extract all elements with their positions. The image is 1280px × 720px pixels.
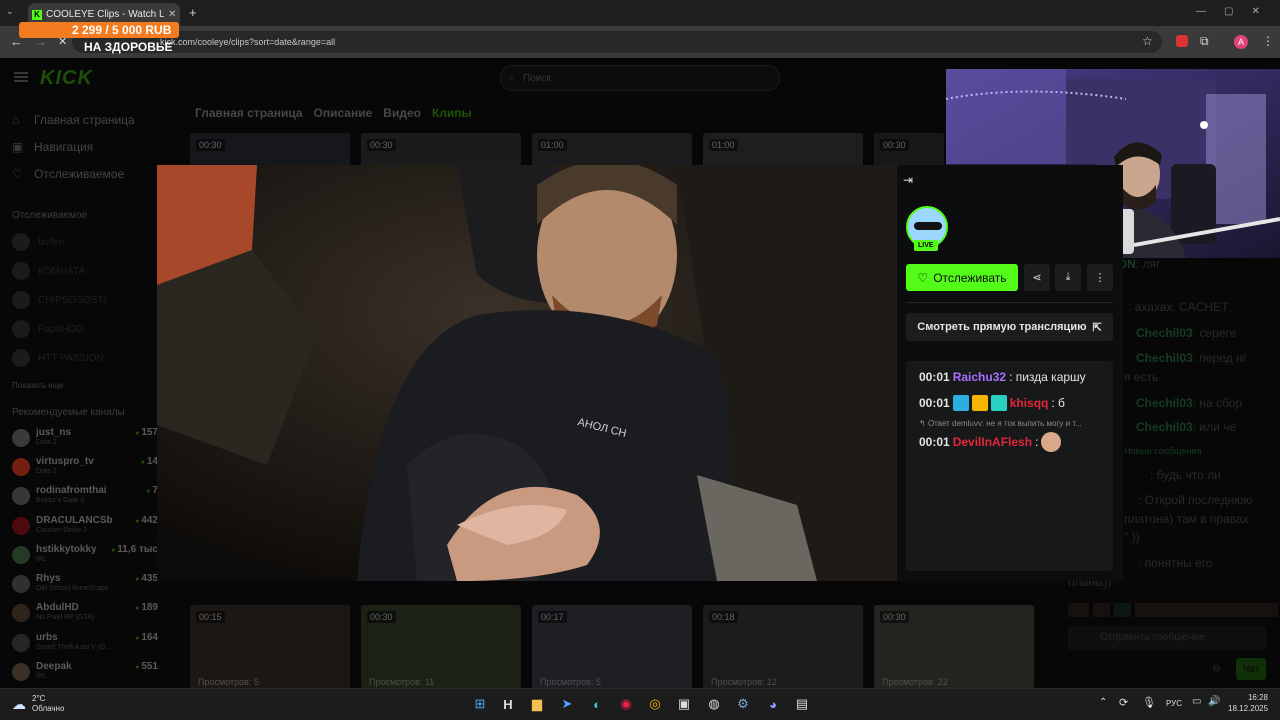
donation-caption: НА ЗДОРОВЬЕ (84, 40, 173, 54)
live-badge: LIVE (914, 240, 938, 251)
obs-icon[interactable]: ◍ (703, 693, 725, 715)
collapse-panel-icon[interactable]: ⇥ (903, 173, 913, 187)
url-text: kick.com/cooleye/clips?sort=date&range=a… (160, 37, 336, 47)
steam-icon[interactable]: ⚙ (732, 693, 754, 715)
weather-desc: Облачно (32, 704, 65, 713)
tab-list-button[interactable]: ⌄ (6, 6, 14, 17)
follow-button[interactable]: ♡ Отслеживать (906, 264, 1018, 291)
address-bar[interactable]: kick.com/cooleye/clips?sort=date&range=a… (72, 31, 1162, 53)
download-button[interactable]: ⤓ (1055, 264, 1081, 291)
share-icon: ⋖ (1032, 272, 1042, 284)
watch-live-label: Смотреть прямую трансляцию (917, 321, 1087, 333)
chat-message: 00:01 khisqq : б (919, 395, 1065, 411)
chat-text: : (1035, 435, 1039, 449)
language-indicator[interactable]: РУС (1166, 699, 1182, 708)
bookmark-star-icon[interactable]: ☆ (1142, 34, 1153, 48)
app-icon[interactable]: ▣ (673, 693, 695, 715)
reply-text: Ответ demluvv: не я ток выпить могу и т.… (927, 419, 1082, 428)
chat-text: : б (1051, 396, 1065, 410)
follow-label: Отслеживать (933, 270, 1007, 285)
sunglasses-icon (914, 222, 942, 230)
crown-badge-icon (971, 395, 988, 411)
clock-date: 18.12.2025 (1228, 704, 1269, 713)
chat-message: 00:01 DevilInAFlesh : (919, 432, 1062, 452)
share-button[interactable]: ⋖ (1024, 264, 1050, 291)
badge-icon (952, 395, 969, 411)
live-label: LIVE (918, 242, 934, 249)
close-tab-icon[interactable]: ✕ (168, 9, 176, 20)
extension-icon[interactable] (1176, 35, 1188, 47)
clip-chat-replay (906, 361, 1113, 571)
clock-time: 16:28 (1247, 693, 1268, 702)
chat-timestamp: 00:01 (919, 370, 950, 384)
donation-amount: 2 299 / 5 000 RUB (72, 23, 172, 37)
tray-overflow-icon[interactable]: ⌃ (1099, 697, 1107, 708)
chat-text: : пизда каршу (1009, 370, 1086, 384)
extensions-puzzle-icon[interactable]: ⧉ (1200, 34, 1209, 49)
window-controls[interactable]: —▢✕ (1196, 6, 1278, 17)
new-tab-button[interactable]: + (189, 5, 197, 20)
weather-temp: 2°C (32, 694, 46, 703)
chat-user[interactable]: DevilInAFlesh (953, 435, 1032, 449)
profile-avatar[interactable]: A (1234, 35, 1248, 49)
weather-widget[interactable]: ☁ 2°C Облачно (12, 694, 64, 714)
file-explorer-icon[interactable]: ▆ (526, 693, 548, 715)
cloud-icon: ☁ (12, 695, 26, 712)
chat-message: 00:01 Raichu32 : пизда каршу (919, 370, 1086, 384)
chat-user[interactable]: Raichu32 (953, 370, 1006, 384)
chat-user[interactable]: khisqq (1010, 396, 1049, 410)
profile-letter: A (1237, 37, 1244, 47)
download-icon: ⤓ (1065, 271, 1071, 283)
more-vertical-icon: ⋮ (1094, 272, 1106, 284)
app-h-icon[interactable]: H (497, 693, 519, 715)
discord-icon[interactable]: ◕ (762, 693, 784, 715)
panel-divider (906, 302, 1113, 303)
volume-icon[interactable]: 🔊 (1208, 696, 1220, 707)
edge-icon[interactable]: ◐ (586, 693, 608, 715)
emote-icon (1041, 432, 1062, 452)
telegram-icon[interactable]: ➤ (556, 693, 578, 715)
tab-title: COOLEYE Clips - Watch Live on (46, 9, 164, 20)
microphone-icon[interactable]: 🎙 (1142, 696, 1156, 709)
windows-taskbar (0, 688, 1280, 720)
clock[interactable]: 16:28 18.12.2025 (1228, 692, 1268, 714)
tray-app-icon[interactable]: ⟳ (1119, 696, 1128, 709)
reply-icon: ↰ (919, 419, 928, 428)
calculator-icon[interactable]: ▤ (791, 693, 813, 715)
browser-menu-icon[interactable]: ⋮ (1262, 34, 1274, 48)
app-icon[interactable]: ◎ (644, 693, 666, 715)
reply-reference: ↰ Ответ demluvv: не я ток выпить могу и … (919, 419, 1082, 428)
badge-icon (990, 395, 1007, 411)
chat-timestamp: 00:01 (919, 396, 950, 410)
kick-favicon-icon: K (32, 9, 42, 20)
chat-timestamp: 00:01 (919, 435, 950, 449)
start-menu-icon[interactable]: ⊞ (469, 693, 491, 715)
clip-video-player[interactable]: АНОЛ СН (157, 165, 897, 581)
external-link-icon: ⇱ (1092, 321, 1102, 334)
heart-icon: ♡ (917, 270, 929, 285)
watch-live-button[interactable]: Смотреть прямую трансляцию ⇱ (906, 313, 1113, 341)
chrome-icon[interactable]: ◉ (615, 693, 637, 715)
more-options-button[interactable]: ⋮ (1087, 264, 1113, 291)
clip-video-frame: АНОЛ СН (157, 165, 897, 581)
network-icon[interactable]: ▭ (1192, 696, 1201, 707)
weather-text: 2°C Облачно (32, 694, 64, 714)
